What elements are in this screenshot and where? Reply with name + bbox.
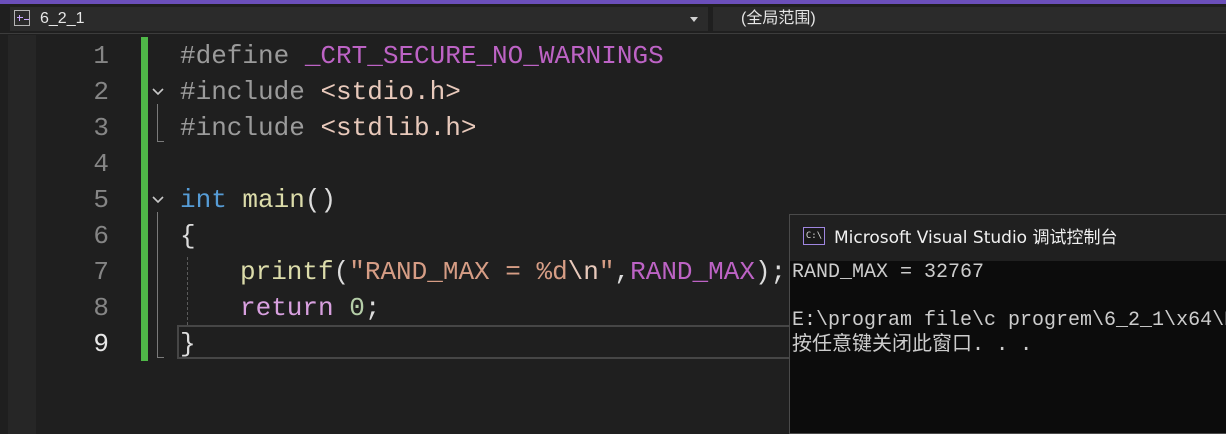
function-call: printf bbox=[240, 257, 334, 287]
code-line-7: printf("RAND_MAX = %d\n",RAND_MAX); bbox=[240, 254, 786, 290]
code-line-2: #include <stdio.h> bbox=[180, 74, 461, 110]
console-output-line: E:\program file\c progrem\6_2_1\x64\Debu… bbox=[792, 309, 1226, 332]
code-line-6: { bbox=[180, 218, 196, 254]
line-number: 4 bbox=[93, 149, 109, 179]
include-file: <stdio.h> bbox=[320, 77, 461, 107]
indicator-margin bbox=[8, 35, 36, 434]
current-line-highlight bbox=[177, 325, 797, 359]
close-paren: ); bbox=[754, 257, 787, 287]
preprocessor-directive: #include bbox=[180, 113, 305, 143]
semicolon: ; bbox=[364, 293, 381, 323]
cpp-project-icon bbox=[14, 10, 30, 26]
scope-dropdown[interactable]: (全局范围) bbox=[713, 7, 1226, 31]
function-name: main bbox=[242, 185, 305, 215]
code-line-9: } bbox=[180, 326, 196, 362]
number-literal: 0 bbox=[349, 293, 365, 323]
active-line-number: 9 bbox=[93, 329, 109, 359]
project-name: 6_2_1 bbox=[40, 10, 85, 27]
preprocessor-directive: #include bbox=[180, 77, 305, 107]
console-title-bar[interactable]: C:\ Microsoft Visual Studio 调试控制台 bbox=[790, 215, 1226, 261]
chevron-down-icon[interactable] bbox=[690, 17, 698, 22]
scope-label: (全局范围) bbox=[741, 10, 816, 27]
indent-guide bbox=[187, 257, 188, 325]
macro-name: _CRT_SECURE_NO_WARNINGS bbox=[304, 41, 664, 71]
escape-sequence: \n bbox=[567, 257, 599, 287]
debug-console-window[interactable]: C:\ Microsoft Visual Studio 调试控制台 RAND_M… bbox=[789, 214, 1226, 434]
string-quote: " bbox=[598, 257, 615, 287]
project-dropdown[interactable]: 6_2_1 bbox=[10, 7, 708, 31]
change-tracking-bar bbox=[141, 37, 148, 361]
type-keyword: int bbox=[180, 185, 227, 215]
include-file: <stdlib.h> bbox=[320, 113, 477, 143]
code-line-5: int main() bbox=[180, 182, 336, 218]
line-number-gutter: 1 2 3 4 5 6 7 8 9 bbox=[36, 35, 142, 434]
console-output[interactable]: RAND_MAX = 32767 E:\program file\c progr… bbox=[790, 261, 1226, 433]
fold-guide-end bbox=[157, 357, 164, 358]
open-paren: ( bbox=[333, 257, 350, 287]
console-output-line: RAND_MAX = 32767 bbox=[792, 261, 985, 284]
code-line-8: return 0; bbox=[240, 290, 380, 326]
console-output-line: 按任意键关闭此窗口. . . bbox=[792, 331, 1033, 355]
open-brace: { bbox=[180, 221, 196, 251]
navigation-bar: 6_2_1 (全局范围) bbox=[0, 4, 1226, 34]
console-icon: C:\ bbox=[803, 227, 825, 245]
fold-guide-line bbox=[157, 212, 158, 358]
preprocessor-directive: #define bbox=[180, 41, 290, 71]
fold-chevron-icon[interactable] bbox=[152, 194, 164, 206]
code-line-3: #include <stdlib.h> bbox=[180, 110, 476, 146]
comma: , bbox=[614, 257, 631, 287]
fold-guide-line bbox=[157, 104, 158, 142]
macro-argument: RAND_MAX bbox=[630, 257, 755, 287]
line-number: 2 bbox=[93, 77, 109, 107]
return-keyword: return bbox=[240, 293, 334, 323]
close-brace: } bbox=[180, 329, 196, 359]
line-number: 6 bbox=[93, 221, 109, 251]
line-number: 1 bbox=[93, 41, 109, 71]
fold-guide-end bbox=[157, 141, 164, 142]
fold-chevron-icon[interactable] bbox=[152, 86, 164, 98]
line-number: 3 bbox=[93, 113, 109, 143]
parens: () bbox=[304, 185, 337, 215]
console-title: Microsoft Visual Studio 调试控制台 bbox=[834, 228, 1118, 248]
line-number: 7 bbox=[93, 257, 109, 287]
line-number: 8 bbox=[93, 293, 109, 323]
line-number: 5 bbox=[93, 185, 109, 215]
string-literal: "RAND_MAX = %d bbox=[349, 257, 568, 287]
code-line-1: #define _CRT_SECURE_NO_WARNINGS bbox=[180, 38, 664, 74]
